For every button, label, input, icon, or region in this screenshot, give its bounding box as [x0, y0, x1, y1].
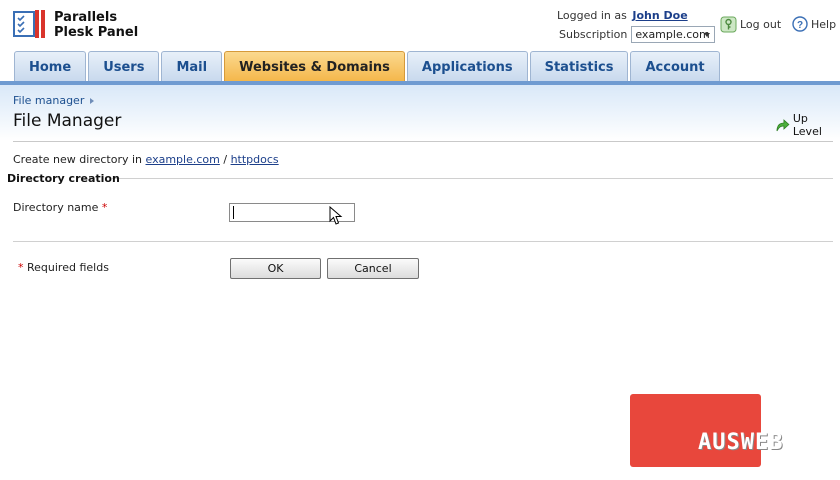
help-button[interactable]: ? Help	[792, 16, 836, 32]
tab-users[interactable]: Users	[88, 51, 160, 82]
up-level-icon	[776, 119, 790, 132]
directory-name-label: Directory name *	[13, 201, 107, 214]
ok-button[interactable]: OK	[230, 258, 321, 279]
logout-icon	[720, 16, 737, 33]
help-label: Help	[811, 17, 837, 31]
create-path-text: Create new directory in example.com / ht…	[13, 153, 279, 166]
user-name-link[interactable]: John Doe	[632, 9, 687, 22]
cancel-button[interactable]: Cancel	[327, 258, 419, 279]
required-fields-note: * Required fields	[18, 261, 109, 274]
app-name-line2: Plesk Panel	[54, 25, 139, 40]
subscription-selector: Subscription example.com	[559, 26, 716, 43]
app-name: Parallels Plesk Panel	[54, 10, 138, 40]
subscription-dropdown[interactable]: example.com	[631, 26, 716, 43]
directory-name-label-text: Directory name	[13, 201, 99, 214]
path-domain-link[interactable]: example.com	[146, 153, 220, 166]
subscription-label: Subscription	[559, 28, 628, 41]
section-title: Directory creation	[7, 172, 120, 185]
page-header-band	[0, 85, 840, 141]
breadcrumb-arrow-icon	[90, 97, 95, 104]
page-title: File Manager	[13, 111, 122, 131]
breadcrumb: File manager	[13, 94, 95, 107]
svg-text:?: ?	[797, 20, 803, 31]
create-in-label: Create new directory in	[13, 153, 143, 166]
tab-statistics[interactable]: Statistics	[529, 51, 629, 82]
tab-home[interactable]: Home	[14, 51, 87, 82]
tab-websites-domains[interactable]: Websites & Domains	[224, 51, 405, 82]
up-level-button[interactable]: Up Level	[774, 112, 840, 138]
logged-in-label: Logged in as	[557, 9, 627, 22]
app-name-line1: Parallels	[54, 10, 118, 25]
subscription-value: example.com	[635, 28, 710, 41]
required-note-text: Required fields	[27, 261, 109, 274]
path-folder-link[interactable]: httpdocs	[231, 153, 279, 166]
path-separator: /	[223, 153, 228, 166]
logged-in-info: Logged in as John Doe	[557, 9, 688, 22]
plesk-logo-icon	[13, 10, 45, 38]
tab-mail[interactable]: Mail	[161, 51, 223, 82]
watermark-text: AUSWEB	[698, 430, 784, 455]
mouse-pointer-icon	[329, 206, 343, 225]
title-divider	[13, 141, 833, 142]
required-note-mark: *	[18, 261, 24, 274]
required-mark: *	[101, 201, 108, 214]
logout-label: Log out	[740, 18, 782, 31]
section-divider	[112, 178, 833, 179]
form-divider	[13, 241, 833, 242]
tab-applications[interactable]: Applications	[406, 51, 528, 82]
header: Parallels Plesk Panel Logged in as John …	[0, 0, 840, 52]
help-icon: ?	[792, 16, 808, 32]
tab-account[interactable]: Account	[630, 51, 720, 82]
breadcrumb-file-manager[interactable]: File manager	[13, 94, 84, 107]
logout-button[interactable]: Log out	[720, 16, 781, 33]
up-level-label: Up Level	[792, 112, 822, 138]
chevron-down-icon	[704, 33, 711, 37]
main-tabs: Home Users Mail Websites & Domains Appli…	[14, 51, 720, 82]
text-caret	[233, 206, 234, 219]
